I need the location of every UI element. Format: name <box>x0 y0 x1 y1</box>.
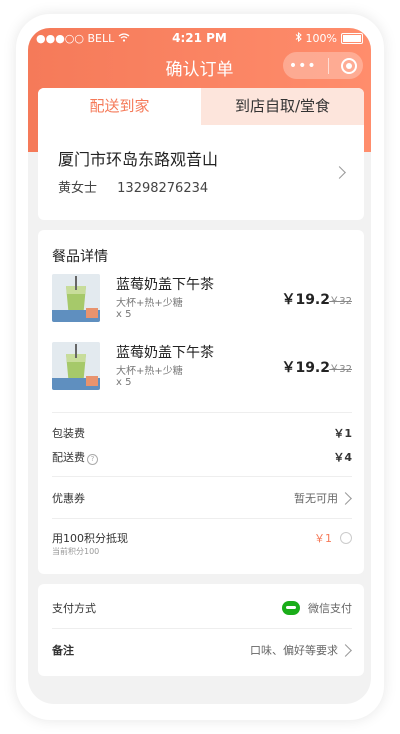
wechat-pay-icon <box>282 601 300 615</box>
divider <box>52 518 352 519</box>
item-quantity: x 5 <box>116 377 132 388</box>
battery-icon <box>341 33 363 44</box>
item-original-price: ￥32 <box>329 364 352 375</box>
item-name: 蓝莓奶盖下午茶 <box>116 277 214 293</box>
item-thumbnail <box>52 342 100 390</box>
coupon-value: 暂无可用 <box>294 492 338 505</box>
packing-fee-value: ￥1 <box>333 427 352 440</box>
more-icon[interactable]: ••• <box>289 58 317 74</box>
order-item: 蓝莓奶盖下午茶 大杯+热+少糖 x 5 ￥19.2 ￥32 <box>52 342 352 394</box>
payment-method-value-wrap: 微信支付 <box>282 600 352 616</box>
item-spec: 大杯+热+少糖 <box>116 366 183 377</box>
item-thumbnail <box>52 274 100 322</box>
battery-percent: 100% <box>305 32 337 45</box>
status-right: 100% <box>295 31 363 45</box>
order-section-title: 餐品详情 <box>52 249 108 265</box>
packing-fee-label: 包装费 <box>52 427 85 440</box>
note-placeholder: 口味、偏好等要求 <box>250 644 338 657</box>
item-price: ￥19.2 <box>281 292 330 308</box>
payment-card: 支付方式 微信支付 备注 口味、偏好等要求 <box>38 584 364 676</box>
payment-method-row[interactable]: 支付方式 微信支付 <box>52 600 352 620</box>
points-balance: 当前积分100 <box>52 547 100 556</box>
note-value-wrap: 口味、偏好等要求 <box>250 642 338 658</box>
chevron-right-icon <box>339 644 352 657</box>
order-item: 蓝莓奶盖下午茶 大杯+热+少糖 x 5 ￥19.2 ￥32 <box>52 274 352 326</box>
status-bar: ●●●○○ BELL 4:21 PM 100% <box>28 28 371 48</box>
tab-delivery[interactable]: 配送到家 <box>38 88 201 125</box>
points-label: 用100积分抵现 <box>52 532 128 545</box>
chevron-right-icon <box>333 166 346 179</box>
help-icon[interactable]: ? <box>87 454 98 465</box>
order-details-card: 餐品详情 蓝莓奶盖下午茶 大杯+热+少糖 x 5 ￥19.2 ￥32 蓝莓奶盖下… <box>38 230 364 574</box>
points-radio[interactable] <box>340 532 352 544</box>
item-name: 蓝莓奶盖下午茶 <box>116 345 214 361</box>
divider <box>52 412 352 413</box>
coupon-row[interactable]: 优惠券 暂无可用 <box>52 490 352 510</box>
mini-program-capsule: ••• <box>283 52 363 79</box>
address-card: 配送到家 到店自取/堂食 厦门市环岛东路观音山 黄女士 13298276234 <box>38 88 364 220</box>
delivery-fee-label: 配送费 <box>52 451 85 464</box>
capsule-divider <box>328 57 330 74</box>
delivery-tabs: 配送到家 到店自取/堂食 <box>38 88 364 125</box>
points-row[interactable]: 用100积分抵现 当前积分100 ￥1 <box>52 530 352 560</box>
note-row[interactable]: 备注 口味、偏好等要求 <box>52 642 352 662</box>
divider <box>52 476 352 477</box>
tab-pickup[interactable]: 到店自取/堂食 <box>201 88 364 125</box>
note-label: 备注 <box>52 644 74 657</box>
address-line: 厦门市环岛东路观音山 <box>58 150 219 169</box>
points-value-wrap: ￥1 <box>314 530 352 546</box>
contact-phone: 13298276234 <box>117 181 209 196</box>
contact-info: 黄女士 13298276234 <box>58 177 224 196</box>
title-bar: 确认订单 ••• <box>28 50 371 80</box>
coupon-value-wrap: 暂无可用 <box>294 490 338 506</box>
coupon-label: 优惠券 <box>52 492 85 505</box>
chevron-right-icon <box>339 492 352 505</box>
delivery-fee-row: 配送费? ￥4 <box>52 449 352 469</box>
app-screen: ●●●○○ BELL 4:21 PM 100% 确认订单 ••• 配送到家 到店… <box>28 28 371 704</box>
contact-name: 黄女士 <box>58 181 98 196</box>
payment-method-label: 支付方式 <box>52 602 96 615</box>
divider <box>52 628 352 629</box>
item-price: ￥19.2 <box>281 360 330 376</box>
item-original-price: ￥32 <box>329 296 352 307</box>
item-spec: 大杯+热+少糖 <box>116 298 183 309</box>
points-value: ￥1 <box>314 532 332 545</box>
delivery-fee-value: ￥4 <box>333 451 352 464</box>
packing-fee-row: 包装费 ￥1 <box>52 425 352 445</box>
bluetooth-icon <box>295 31 302 45</box>
item-quantity: x 5 <box>116 309 132 320</box>
payment-method-value: 微信支付 <box>308 602 352 615</box>
close-target-icon[interactable] <box>341 57 358 74</box>
